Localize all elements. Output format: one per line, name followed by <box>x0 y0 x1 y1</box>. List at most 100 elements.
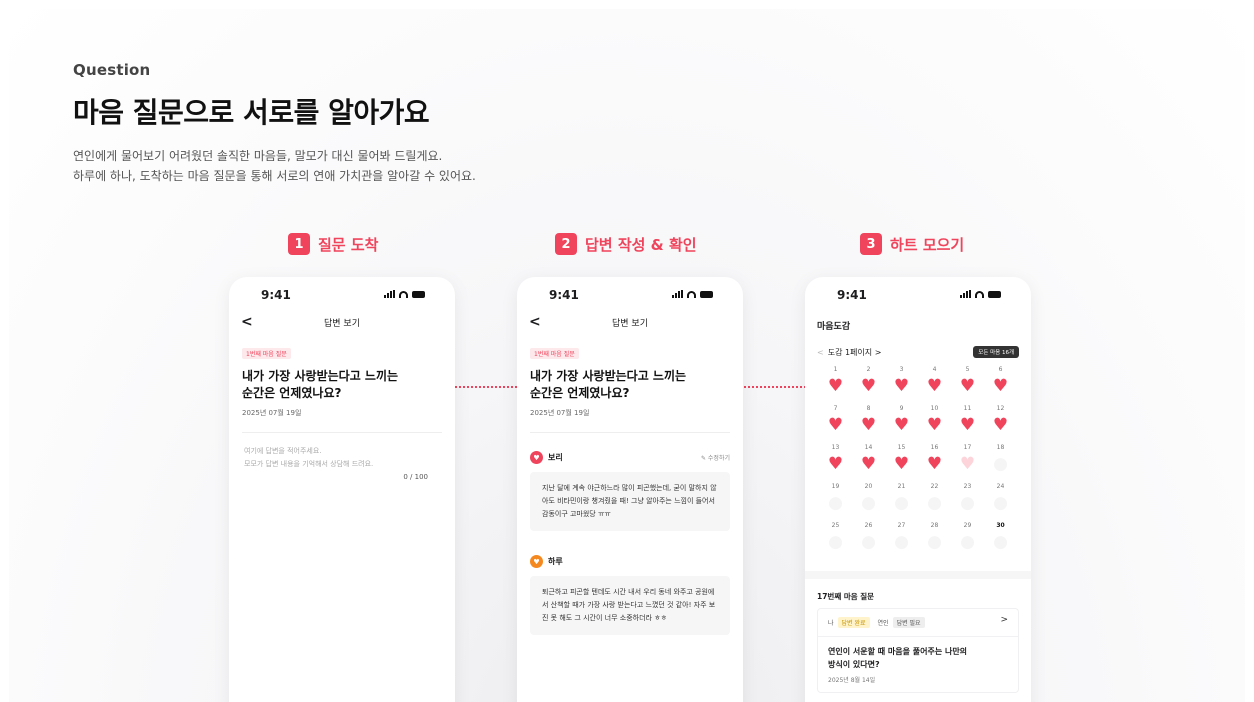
prev-chevron-icon[interactable]: < <box>817 348 824 357</box>
heart-icon: ♥ <box>992 376 1009 396</box>
day-number: 15 <box>897 444 906 451</box>
heart-icon: ♥ <box>530 555 543 568</box>
heart-day-cell: 27 ● <box>885 522 918 557</box>
card-date: 2025년 8월 14일 <box>828 677 876 684</box>
day-number: 11 <box>963 405 972 412</box>
heart-calendar: 1 ♥ 2 ♥ 3 ♥ 4 ♥ 5 ♥ 6 ♥ 7 ♥ 8 ♥ 9 ♥ 10 ♥ 11 ♥ 12 ♥ 13 ♥ 14 ♥ 15 ♥ 16 ♥ 1… <box>805 358 1031 557</box>
day-number: 26 <box>864 522 873 529</box>
heart-icon: ♥ <box>530 451 543 464</box>
heart-day-cell[interactable]: 15 ♥ <box>885 444 918 479</box>
card-question-line: 방식이 있다면? <box>828 660 880 669</box>
wifi-icon <box>399 290 408 298</box>
all-hearts-badge[interactable]: 모든 마음 16개 <box>973 346 1019 358</box>
answer-placeholder: 여기에 답변을 적어주세요. <box>244 447 322 455</box>
heart-icon: ♥ <box>860 415 877 435</box>
status-icons <box>384 290 425 298</box>
heart-icon: ● <box>894 532 909 552</box>
heart-day-cell: 24 ● <box>984 483 1017 518</box>
question-title-line: 내가 가장 사랑받는다고 느끼는 <box>530 369 687 383</box>
heart-day-cell[interactable]: 13 ♥ <box>819 444 852 479</box>
card-question-line: 연인이 서운할 때 마음을 풀어주는 나만의 <box>828 647 968 656</box>
heart-day-cell[interactable]: 16 ♥ <box>918 444 951 479</box>
heart-day-cell: 18 ● <box>984 444 1017 479</box>
heart-day-cell[interactable]: 14 ♥ <box>852 444 885 479</box>
status-time: 9:41 <box>261 288 291 302</box>
page-navigator[interactable]: < 도감 1페이지 > <box>817 347 881 358</box>
heart-icon: ● <box>993 454 1008 474</box>
collection-pager-row: < 도감 1페이지 > 모든 마음 16개 <box>805 332 1031 358</box>
collection-title: 마음도감 <box>817 322 851 332</box>
day-number: 10 <box>930 405 939 412</box>
signal-icon <box>672 290 683 298</box>
status-icons <box>672 290 713 298</box>
pager-label: 도감 1페이지 <box>827 347 873 357</box>
chevron-right-icon[interactable]: > <box>1000 615 1008 625</box>
day-number: 23 <box>963 483 972 490</box>
section-eyebrow: Question <box>73 61 151 79</box>
heart-day-cell[interactable]: 10 ♥ <box>918 405 951 440</box>
heart-day-cell[interactable]: 12 ♥ <box>984 405 1017 440</box>
heart-icon: ● <box>927 493 942 513</box>
heart-day-cell: 21 ● <box>885 483 918 518</box>
battery-icon <box>700 290 713 298</box>
answer-input[interactable]: 여기에 답변을 적어주세요. 모모가 답변 내용을 기억해서 상담해 드려요. <box>229 433 455 471</box>
heart-day-cell[interactable]: 1 ♥ <box>819 366 852 401</box>
heart-day-cell[interactable]: 7 ♥ <box>819 405 852 440</box>
heart-day-cell[interactable]: 11 ♥ <box>951 405 984 440</box>
question-title: 내가 가장 사랑받는다고 느끼는 순간은 언제였나요? <box>242 368 442 402</box>
heart-icon: ● <box>960 532 975 552</box>
heart-icon: ♥ <box>893 454 910 474</box>
signal-icon <box>384 290 395 298</box>
battery-icon <box>988 290 1001 298</box>
heart-day-cell[interactable]: 17 ♥ <box>951 444 984 479</box>
today-question-title: 17번째 마음 질문 <box>817 592 875 601</box>
connector-dotted-line <box>455 386 517 388</box>
day-number: 7 <box>833 405 838 412</box>
heart-day-cell[interactable]: 3 ♥ <box>885 366 918 401</box>
heart-icon: ● <box>861 493 876 513</box>
heart-icon: ♥ <box>860 376 877 396</box>
question-card[interactable]: 나 답변 완료 연인 답변 필요 > 연인이 서운할 때 마음을 풀어주는 나만… <box>817 608 1019 693</box>
heart-icon: ♥ <box>926 454 943 474</box>
answer-status-row: 나 답변 완료 연인 답변 필요 > <box>818 609 1018 637</box>
card-question: 연인이 서운할 때 마음을 풀어주는 나만의 방식이 있다면? <box>818 637 1018 671</box>
battery-icon <box>412 290 425 298</box>
day-number: 25 <box>831 522 840 529</box>
heart-icon: ♥ <box>926 415 943 435</box>
heart-day-cell[interactable]: 6 ♥ <box>984 366 1017 401</box>
heart-day-cell[interactable]: 5 ♥ <box>951 366 984 401</box>
heart-day-cell[interactable]: 9 ♥ <box>885 405 918 440</box>
step-label: 하트 모으기 <box>890 235 965 254</box>
heart-day-cell: 19 ● <box>819 483 852 518</box>
edit-button[interactable]: ✎ 수정하기 <box>701 453 730 462</box>
day-number: 22 <box>930 483 939 490</box>
section-description: 연인에게 물어보기 어려웠던 솔직한 마음들, 말모가 대신 물어봐 드릴게요.… <box>73 146 476 186</box>
heart-icon: ♥ <box>827 376 844 396</box>
day-number: 5 <box>965 366 970 373</box>
day-number: 24 <box>996 483 1005 490</box>
day-number: 29 <box>963 522 972 529</box>
day-number: 18 <box>996 444 1005 451</box>
heart-day-cell[interactable]: 2 ♥ <box>852 366 885 401</box>
heart-day-cell: 23 ● <box>951 483 984 518</box>
day-number: 20 <box>864 483 873 490</box>
answer-placeholder: 모모가 답변 내용을 기억해서 상담해 드려요. <box>244 460 374 468</box>
heart-day-cell[interactable]: 4 ♥ <box>918 366 951 401</box>
day-number: 8 <box>866 405 871 412</box>
next-chevron-icon[interactable]: > <box>875 348 882 357</box>
status-bar: 9:41 <box>517 277 743 311</box>
author-name: 하루 <box>548 557 563 566</box>
heart-day-cell: 30 ● <box>984 522 1017 557</box>
day-number: 2 <box>866 366 871 373</box>
pencil-icon: ✎ <box>700 455 708 462</box>
nav-bar: < 답변 보기 <box>517 311 743 335</box>
heart-day-cell[interactable]: 8 ♥ <box>852 405 885 440</box>
partner-label: 연인 <box>877 620 889 627</box>
status-bar: 9:41 <box>805 277 1031 311</box>
partner-status-badge: 답변 필요 <box>892 617 925 628</box>
question-title: 내가 가장 사랑받는다고 느끼는 순간은 언제였나요? <box>530 368 730 402</box>
heart-day-cell: 28 ● <box>918 522 951 557</box>
phone-heart-collection: 9:41 마음도감 < 도감 1페이지 > 모든 마음 16개 1 ♥ 2 ♥ 3 ♥ 4 ♥ 5… <box>805 277 1031 702</box>
question-number-tag: 1번째 마음 질문 <box>530 348 579 359</box>
heart-day-cell: 26 ● <box>852 522 885 557</box>
